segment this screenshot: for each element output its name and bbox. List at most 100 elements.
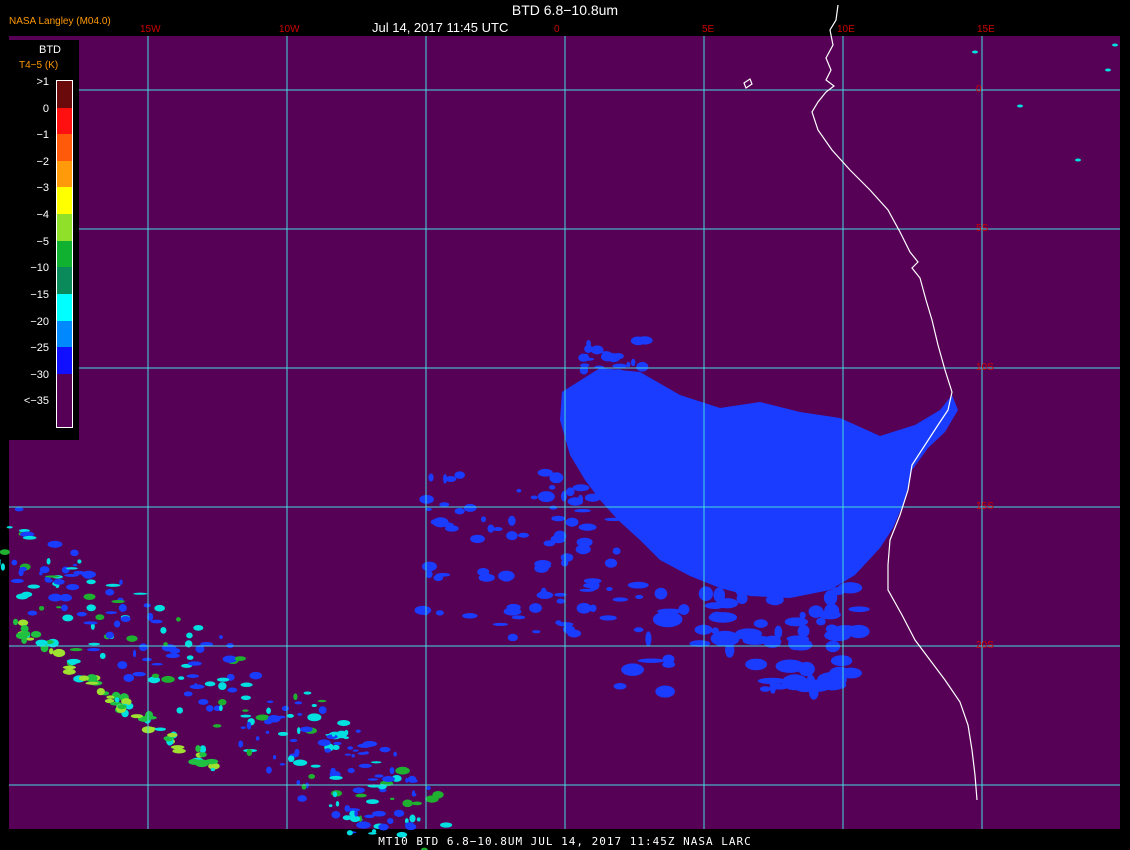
cloud-patch	[6, 526, 13, 529]
cloud-patch	[130, 714, 143, 719]
cloud-patch	[204, 681, 216, 687]
cloud-patch	[35, 639, 48, 646]
cloud-patch	[167, 733, 178, 738]
cloud-patch	[344, 805, 351, 812]
cloud-patch	[38, 605, 45, 611]
satellite-map-view: BTD 6.8−10.8um Jul 14, 2017 11:45 UTC NA…	[0, 0, 1130, 850]
cloud-patch	[393, 751, 397, 757]
cloud-patch	[0, 563, 5, 571]
cloud-patch	[255, 736, 260, 741]
cloud-patch	[22, 535, 37, 540]
legend-swatch	[57, 320, 72, 348]
cloud-patch	[52, 648, 66, 658]
legend-subtitle: T4−5 (K)	[19, 60, 59, 71]
cloud-patch	[344, 753, 352, 756]
cloud-patch	[154, 727, 167, 731]
cloud-patch	[170, 745, 185, 750]
cloud-patch	[578, 523, 597, 531]
cloud-patch	[99, 652, 106, 659]
cloud-patch	[105, 583, 121, 587]
cloud-patch	[478, 573, 495, 582]
cloud-patch	[120, 616, 131, 622]
legend-swatch	[57, 160, 72, 188]
cloud-patch	[279, 763, 286, 766]
legend-label: −3	[36, 182, 49, 195]
cloud-patch	[1105, 68, 1111, 72]
cloud-patch	[454, 507, 465, 515]
cloud-patch	[45, 578, 53, 583]
cloud-patch	[414, 605, 432, 615]
cloud-patch	[600, 351, 615, 362]
cloud-patch	[238, 740, 244, 748]
cloud-patch	[133, 592, 148, 595]
cloud-patch	[96, 687, 105, 696]
cloud-patch	[349, 815, 361, 823]
cloud-patch	[480, 516, 486, 523]
cloud-patch	[1017, 104, 1023, 108]
cloud-patch	[165, 653, 180, 659]
cloud-patch	[240, 726, 246, 730]
cloud-patch	[627, 581, 649, 589]
cloud-patch	[294, 701, 303, 705]
cloud-patch	[117, 661, 128, 669]
cloud-patch	[374, 774, 384, 778]
cloud-patch	[828, 669, 843, 682]
cloud-patch	[356, 821, 371, 829]
cloud-patch	[46, 558, 51, 565]
cloud-patch	[382, 775, 395, 783]
cloud-patch	[25, 637, 35, 641]
cloud-patch	[198, 699, 209, 705]
cloud-patch	[428, 473, 434, 482]
cloud-patch	[774, 625, 783, 639]
cloud-patch	[636, 361, 649, 372]
cloud-patch	[21, 636, 27, 644]
cloud-patch	[297, 795, 307, 802]
cloud-patch	[713, 587, 726, 603]
cloud-patch	[330, 767, 336, 776]
cloud-patch	[698, 586, 713, 602]
cloud-patch	[516, 488, 522, 493]
cloud-patch	[610, 369, 626, 380]
cloud-patch	[163, 642, 168, 647]
cloud-patch	[303, 691, 312, 695]
cloud-patch	[421, 561, 437, 572]
cloud-patch	[12, 618, 19, 626]
cloud-patch	[199, 752, 207, 758]
cloud-patch	[430, 518, 444, 526]
latitude-label: 10S	[976, 362, 994, 373]
cloud-patch	[318, 706, 327, 714]
cloud-patch	[113, 620, 121, 628]
cloud-patch	[837, 582, 863, 594]
legend-label: −30	[30, 368, 49, 381]
cloud-patch	[445, 525, 459, 532]
cloud-patch	[347, 767, 355, 774]
cloud-patch	[119, 579, 123, 585]
cloud-patch	[435, 572, 451, 577]
cloud-patch	[662, 654, 675, 664]
cloud-patch	[150, 619, 163, 624]
cloud-patch	[335, 800, 340, 807]
cloud-patch	[53, 578, 65, 585]
longitude-label: 10E	[837, 24, 855, 35]
cloud-patch	[395, 766, 410, 775]
cloud-patch	[65, 567, 78, 570]
cloud-patch	[426, 785, 431, 791]
cloud-patch	[589, 604, 597, 613]
cloud-patch	[286, 713, 294, 718]
cloud-patch	[816, 617, 826, 626]
cloud-patch	[462, 613, 478, 619]
cloud-patch	[265, 730, 270, 734]
longitude-label: 5E	[702, 24, 715, 35]
cloud-patch	[543, 540, 556, 547]
cloud-patch	[532, 630, 541, 634]
cloud-patch	[164, 737, 173, 742]
cloud-patch	[745, 658, 768, 671]
cloud-patch	[493, 527, 503, 532]
cloud-patch	[574, 509, 591, 513]
cloud-patch	[160, 627, 167, 634]
cloud-patch	[637, 658, 666, 663]
cloud-patch	[169, 647, 181, 654]
credit-label: NASA Langley (M04.0)	[9, 16, 111, 27]
cloud-patch	[240, 695, 251, 701]
legend-label: −4	[36, 209, 49, 222]
